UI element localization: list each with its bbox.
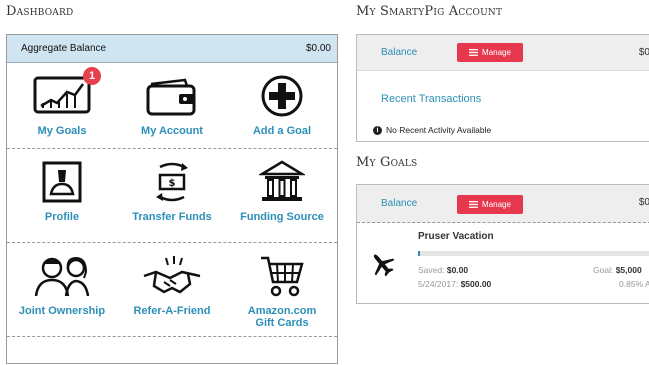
account-balance-label: Balance [381, 47, 418, 58]
shopping-cart-icon [261, 256, 304, 297]
airplane-icon [373, 254, 395, 277]
tile-label: Add a Goal [252, 125, 312, 137]
account-manage-button[interactable]: Manage [457, 43, 523, 62]
tile-label: Amazon.com Gift Cards [248, 305, 316, 329]
aggregate-balance-bar: Aggregate Balance $0.00 [7, 35, 337, 63]
dashboard-panel: Aggregate Balance $0.00 1 My Goals My Ac… [6, 34, 338, 364]
tile-label: My Account [141, 125, 203, 137]
goal-percent: 0.85% A [619, 279, 649, 289]
goal-saved: Saved: $0.00 [418, 265, 468, 275]
goal-date-value: $500.00 [460, 279, 492, 289]
tile-label-line2: Gift Cards [255, 317, 309, 329]
bank-icon [259, 160, 305, 201]
list-icon [469, 49, 479, 56]
goals-manage-button[interactable]: Manage [457, 195, 523, 214]
no-activity-text: No Recent Activity Available [386, 125, 492, 135]
goal-target-label: Goal: [593, 265, 614, 275]
transfer-funds-icon: $ [156, 162, 188, 202]
tile-refer-a-friend[interactable]: Refer-A-Friend [117, 243, 227, 336]
account-panel: Balance Manage $0 Recent Transactions i … [356, 34, 649, 142]
account-balance-row: Balance Manage $0 [357, 35, 649, 71]
tile-profile[interactable]: Profile [7, 149, 117, 242]
goals-balance-value: $0 [638, 197, 649, 208]
plus-circle-icon [261, 75, 303, 117]
info-icon: i [373, 125, 382, 135]
list-icon [469, 201, 479, 208]
no-activity-message: i No Recent Activity Available [357, 125, 649, 135]
goal-target-value: $5,000 [615, 265, 642, 275]
recent-transactions-link[interactable]: Recent Transactions [357, 81, 649, 125]
tile-label: Profile [44, 211, 80, 223]
goal-target: Goal: $5,000 [593, 265, 642, 275]
aggregate-balance-label: Aggregate Balance [21, 43, 107, 54]
goal-item[interactable]: Pruser Vacation Saved: $0.00 5/24/2017: … [357, 223, 649, 305]
dashboard-title: Dashboard [6, 4, 74, 19]
account-balance-value: $0 [638, 47, 649, 58]
tile-label: Transfer Funds [132, 211, 212, 223]
goals-balance-label: Balance [381, 198, 418, 209]
svg-text:$: $ [169, 178, 176, 189]
goal-progress-fill [418, 251, 421, 256]
aggregate-balance-value: $0.00 [305, 43, 331, 54]
tile-add-goal[interactable]: Add a Goal [227, 63, 337, 148]
tile-funding-source[interactable]: Funding Source [227, 149, 337, 242]
goal-date: 5/24/2017: $500.00 [418, 279, 491, 289]
profile-icon [42, 161, 82, 203]
tile-label: My Goals [37, 125, 87, 137]
tile-joint-ownership[interactable]: Joint Ownership [7, 243, 117, 336]
joint-ownership-icon [34, 256, 90, 297]
account-title: My SmartyPig Account [356, 4, 503, 19]
tile-my-goals[interactable]: 1 My Goals [7, 63, 117, 148]
goal-name[interactable]: Pruser Vacation [418, 231, 494, 242]
goal-date-label: 5/24/2017: [418, 279, 459, 289]
goals-panel: Balance Manage $0 Pruser Vacation Saved:… [356, 184, 649, 304]
goal-progress-bar [418, 251, 649, 256]
goals-balance-row: Balance Manage $0 [357, 185, 649, 223]
tile-my-account[interactable]: My Account [117, 63, 227, 148]
goals-notification-badge: 1 [83, 67, 101, 85]
manage-label: Manage [482, 48, 511, 57]
tile-amazon-gift-cards[interactable]: Amazon.com Gift Cards [227, 243, 337, 336]
handshake-icon [143, 256, 201, 294]
tile-transfer-funds[interactable]: $ Transfer Funds [117, 149, 227, 242]
goals-title: My Goals [356, 155, 418, 170]
goal-saved-label: Saved: [418, 265, 445, 275]
tile-label: Funding Source [240, 211, 324, 223]
tile-label-line1: Amazon.com [247, 305, 317, 317]
wallet-icon [146, 78, 196, 116]
tile-label: Joint Ownership [18, 305, 106, 317]
goals-chart-icon [33, 76, 91, 114]
goal-saved-value: $0.00 [446, 265, 469, 275]
manage-label: Manage [482, 200, 511, 209]
tile-label: Refer-A-Friend [133, 305, 211, 317]
